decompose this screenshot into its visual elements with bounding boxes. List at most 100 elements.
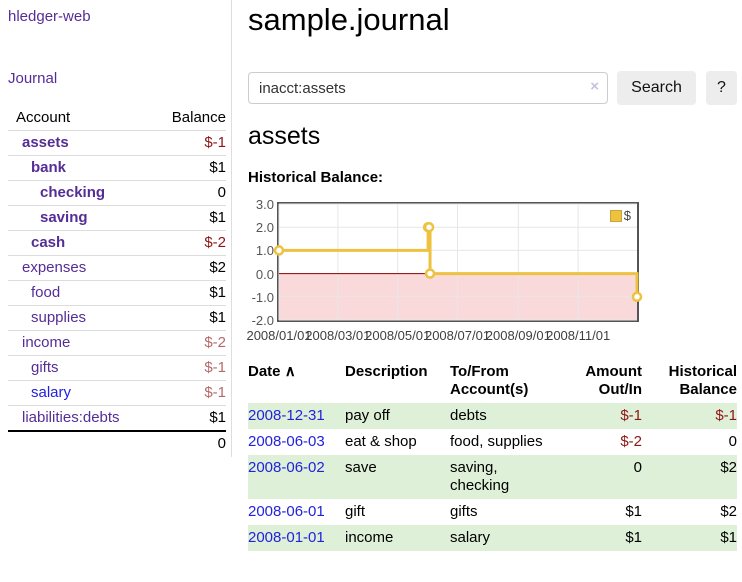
transaction-accounts: food, supplies [450,429,558,455]
account-row-expenses: expenses $2 [8,256,226,281]
y-axis-tick-label: -2.0 [252,314,274,327]
account-balance-gifts: $-1 [155,356,226,381]
account-row-bank: bank $1 [8,156,226,181]
accounts-header-account: Account [8,106,155,131]
y-axis-tick-label: 1.0 [256,244,274,257]
transaction-accounts: gifts [450,499,558,525]
transaction-balance: $-1 [642,403,737,429]
chart-plot-area: $ [277,202,639,322]
transaction-amount: $1 [558,525,642,551]
register-row: 2008-06-01 gift gifts $1 $2 [248,499,737,525]
main-content: sample.journal × Search ? assets Histori… [248,0,742,582]
register-row: 2008-06-03 eat & shop food, supplies $-2… [248,429,737,455]
balance-chart: $ 3.02.01.00.0-1.0-2.02008/01/012008/03/… [248,202,646,346]
register-header-date[interactable]: Date ∧ [248,361,345,403]
x-axis-tick-label: 2008/01/01 [246,328,311,343]
account-row-gifts: gifts $-1 [8,356,226,381]
account-link-bank[interactable]: bank [31,159,66,176]
account-row-cash: cash $-2 [8,231,226,256]
transaction-balance: 0 [642,429,737,455]
transaction-description: gift [345,499,450,525]
x-axis-tick-label: 2008/05/01 [365,328,430,343]
x-axis-tick-label: 2008/03/01 [305,328,370,343]
account-row-salary: salary $-1 [8,381,226,406]
accounts-header-row: Account Balance [8,106,226,131]
y-axis-tick-label: 0.0 [256,268,274,281]
account-row-income: income $-2 [8,331,226,356]
transaction-date-link[interactable]: 2008-06-01 [248,503,325,520]
transaction-description: save [345,455,450,499]
account-balance-saving: $1 [155,206,226,231]
account-row-saving: saving $1 [8,206,226,231]
transaction-accounts: saving, checking [450,455,558,499]
clear-search-icon[interactable]: × [590,79,599,94]
register-row: 2008-12-31 pay off debts $-1 $-1 [248,403,737,429]
register-header-amount: Amount Out/In [558,361,642,403]
account-balance-salary: $-1 [155,381,226,406]
account-link-cash[interactable]: cash [31,234,65,251]
transaction-amount: $-2 [558,429,642,455]
account-link-liabilities-debts[interactable]: liabilities:debts [22,409,120,426]
register-table: Date ∧ Description To/From Account(s) Am… [248,361,737,551]
accounts-table: Account Balance assets $-1 bank $1 check… [8,106,226,456]
account-link-assets[interactable]: assets [22,134,69,151]
register-header-row: Date ∧ Description To/From Account(s) Am… [248,361,737,403]
transaction-amount: $1 [558,499,642,525]
account-balance-cash: $-2 [155,231,226,256]
y-axis-tick-label: -1.0 [252,291,274,304]
transaction-balance: $1 [642,525,737,551]
transaction-accounts: debts [450,403,558,429]
account-balance-bank: $1 [155,156,226,181]
y-axis-tick-label: 3.0 [256,198,274,211]
transaction-date-link[interactable]: 2008-06-02 [248,459,325,476]
accounts-header-balance: Balance [155,106,226,131]
account-link-gifts[interactable]: gifts [31,359,59,376]
account-balance-checking: 0 [155,181,226,206]
register-header-date-label: Date [248,363,281,380]
sidebar: hledger-web Journal Account Balance asse… [0,0,232,457]
register-row: 2008-01-01 income salary $1 $1 [248,525,737,551]
account-link-supplies[interactable]: supplies [31,309,86,326]
account-balance-liabilities-debts: $1 [155,406,226,432]
account-row-supplies: supplies $1 [8,306,226,331]
accounts-total-value: 0 [155,431,226,456]
account-link-saving[interactable]: saving [40,209,88,226]
x-axis-tick-label: 2008/07/01 [425,328,490,343]
transaction-balance: $2 [642,455,737,499]
account-balance-supplies: $1 [155,306,226,331]
account-link-salary[interactable]: salary [31,384,71,401]
transaction-amount: 0 [558,455,642,499]
transaction-date-link[interactable]: 2008-12-31 [248,407,325,424]
help-button[interactable]: ? [706,71,737,105]
transaction-balance: $2 [642,499,737,525]
register-header-description: Description [345,361,450,403]
account-row-assets: assets $-1 [8,131,226,156]
register-header-balance: Historical Balance [642,361,737,403]
transaction-accounts: salary [450,525,558,551]
y-axis-tick-label: 2.0 [256,221,274,234]
chart-title: Historical Balance: [248,169,383,186]
search-button[interactable]: Search [617,71,696,105]
account-link-expenses[interactable]: expenses [22,259,86,276]
app-title-link[interactable]: hledger-web [8,8,231,25]
account-row-checking: checking 0 [8,181,226,206]
accounts-total-row: 0 [8,431,226,456]
nav-journal-link[interactable]: Journal [8,70,231,87]
sort-ascending-icon: ∧ [285,363,296,380]
search-input[interactable] [248,72,608,104]
account-link-checking[interactable]: checking [40,184,105,201]
account-balance-expenses: $2 [155,256,226,281]
transaction-description: eat & shop [345,429,450,455]
register-header-accounts: To/From Account(s) [450,361,558,403]
account-link-food[interactable]: food [31,284,60,301]
search-bar: × Search ? [248,71,742,105]
register-row: 2008-06-02 save saving, checking 0 $2 [248,455,737,499]
transaction-date-link[interactable]: 2008-01-01 [248,529,325,546]
account-heading: assets [248,122,320,151]
transaction-amount: $-1 [558,403,642,429]
account-row-liabilities-debts: liabilities:debts $1 [8,406,226,432]
transaction-date-link[interactable]: 2008-06-03 [248,433,325,450]
account-link-income[interactable]: income [22,334,70,351]
x-axis-tick-label: 2008/11/01 [546,328,610,343]
account-row-food: food $1 [8,281,226,306]
